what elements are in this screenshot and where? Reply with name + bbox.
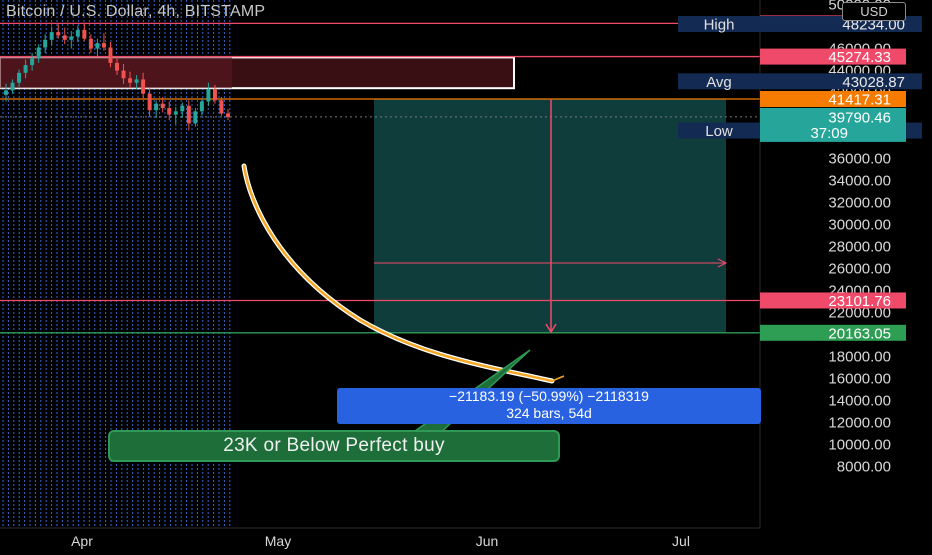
candle-body <box>82 29 87 39</box>
candle-body <box>147 93 152 111</box>
y-tick-label: 30000.00 <box>828 217 891 234</box>
projection-tail <box>551 375 565 382</box>
candle-body <box>36 47 41 59</box>
target-zone <box>374 99 726 333</box>
price-chart[interactable]: 54000.0052000.0050000.0048000.0046000.00… <box>0 0 932 550</box>
measure-range: 324 bars, 54d <box>506 405 592 421</box>
candle-body <box>173 111 178 115</box>
candle-body <box>226 113 230 117</box>
candle-body <box>206 89 211 102</box>
level-price-label: 23101.76 <box>828 293 891 310</box>
candle-body <box>186 105 191 124</box>
candle-body <box>43 39 48 48</box>
candle-body <box>75 29 80 37</box>
candle-body <box>180 105 185 112</box>
measure-tooltip: −21183.19 (−50.99%) −2118319 324 bars, 5… <box>337 388 761 424</box>
candle-body <box>69 36 74 40</box>
candle-body <box>128 78 133 83</box>
candle-body <box>212 89 217 101</box>
measure-change: −21183.19 (−50.99%) −2118319 <box>449 388 649 404</box>
x-tick-label: Jun <box>476 533 499 549</box>
candle-body <box>17 72 22 83</box>
level-price-label: 20163.05 <box>828 325 891 342</box>
candle-body <box>88 38 93 49</box>
candle-body <box>199 101 204 112</box>
candle-body <box>56 32 61 36</box>
candle-body <box>30 58 35 66</box>
candle-body <box>121 70 126 79</box>
candle-body <box>193 111 198 124</box>
candle-body <box>108 47 113 63</box>
countdown-label: 37:09 <box>810 125 848 142</box>
candle-body <box>49 32 54 40</box>
candle-body <box>167 108 172 115</box>
y-tick-label: 32000.00 <box>828 195 891 212</box>
time-axis-bg <box>0 528 932 550</box>
level-price-label: 41417.31 <box>828 92 891 109</box>
candle-body <box>115 62 119 71</box>
stat-name-label: High <box>704 17 735 34</box>
y-tick-label: 10000.00 <box>828 437 891 454</box>
y-tick-label: 16000.00 <box>828 371 891 388</box>
candle-body <box>10 82 15 91</box>
candle-body <box>23 65 28 73</box>
y-tick-label: 28000.00 <box>828 239 891 256</box>
candle-body <box>95 43 100 49</box>
candle-body <box>160 103 165 108</box>
y-tick-label: 14000.00 <box>828 393 891 410</box>
level-price-label: 45274.33 <box>828 49 891 66</box>
y-tick-label: 34000.00 <box>828 173 891 190</box>
y-tick-label: 18000.00 <box>828 349 891 366</box>
currency-selector[interactable]: USD <box>842 2 906 21</box>
stat-name-label: Low <box>705 123 733 140</box>
candle-body <box>101 43 106 48</box>
x-tick-label: Jul <box>672 533 690 549</box>
stat-name-label: Avg <box>706 74 732 91</box>
candle-body <box>154 103 159 111</box>
y-tick-label: 12000.00 <box>828 415 891 432</box>
x-tick-label: May <box>265 533 291 549</box>
resistance-box-overlap <box>0 57 232 89</box>
chart-canvas: 54000.0052000.0050000.0048000.0046000.00… <box>0 0 932 550</box>
stat-value-label: 43028.87 <box>842 74 905 91</box>
symbol-title: Bitcoin / U.S. Dollar, 4h, BITSTAMP <box>6 3 266 20</box>
candle-body <box>4 90 8 95</box>
candle-body <box>134 79 139 83</box>
candle-body <box>141 79 146 94</box>
last-price-label: 39790.46 <box>828 109 891 126</box>
y-tick-label: 8000.00 <box>837 459 891 476</box>
candle-body <box>219 100 224 114</box>
candle-body <box>62 35 67 40</box>
annotation-callout[interactable]: 23K or Below Perfect buy <box>108 430 560 462</box>
y-tick-label: 26000.00 <box>828 261 891 278</box>
x-tick-label: Apr <box>71 533 93 549</box>
y-tick-label: 36000.00 <box>828 151 891 168</box>
